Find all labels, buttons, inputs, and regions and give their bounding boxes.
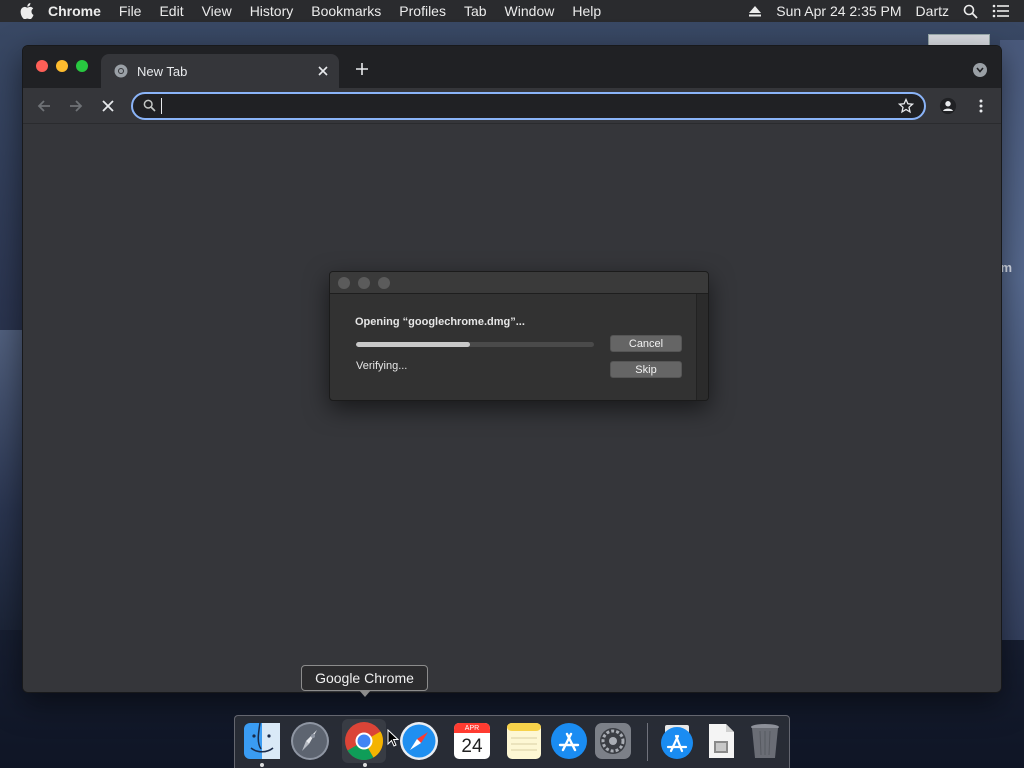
menu-edit[interactable]: Edit (159, 3, 183, 19)
window-zoom-button[interactable] (76, 60, 88, 72)
chrome-window: New Tab Opening “googlechrome.dmg”... Ve… (22, 45, 1002, 693)
tab-new-tab[interactable]: New Tab (101, 54, 339, 88)
omnibox-search-icon (143, 99, 157, 113)
opening-file-dialog: Opening “googlechrome.dmg”... Verifying.… (329, 271, 709, 401)
cancel-button[interactable]: Cancel (610, 335, 682, 352)
desktop-icon-label[interactable]: m (1000, 260, 1012, 275)
calendar-day: 24 (461, 736, 483, 757)
dialog-close-button[interactable] (338, 277, 350, 289)
eject-icon[interactable] (748, 5, 762, 17)
tab-close-icon[interactable] (315, 63, 331, 79)
dialog-minimize-button[interactable] (358, 277, 370, 289)
browser-toolbar (23, 88, 1001, 124)
menu-history[interactable]: History (250, 3, 294, 19)
mouse-cursor-icon (387, 728, 400, 752)
app-store-icon[interactable] (547, 719, 591, 763)
downloads-stack-icon[interactable] (655, 719, 699, 763)
dialog-zoom-button[interactable] (378, 277, 390, 289)
menu-bar: Chrome File Edit View History Bookmarks … (0, 0, 1024, 22)
window-close-button[interactable] (36, 60, 48, 72)
forward-arrow-icon[interactable] (67, 97, 85, 115)
menu-help[interactable]: Help (572, 3, 601, 19)
verify-progress-bar (356, 342, 594, 347)
finder-running-dot (260, 763, 264, 767)
dialog-status: Verifying... (356, 360, 408, 372)
dialog-titlebar (330, 272, 708, 294)
trash-icon[interactable] (743, 719, 787, 763)
address-bar[interactable] (131, 92, 926, 120)
finder-icon[interactable] (240, 719, 284, 763)
tab-search-chevron-icon[interactable] (973, 63, 987, 77)
menu-bookmarks[interactable]: Bookmarks (311, 3, 381, 19)
chrome-favicon-icon (114, 64, 128, 78)
profile-avatar-icon[interactable] (939, 97, 957, 115)
menu-tab[interactable]: Tab (464, 3, 487, 19)
dock-separator (647, 723, 648, 761)
back-arrow-icon[interactable] (35, 97, 53, 115)
dock-tooltip-tail (359, 690, 371, 697)
text-caret (161, 98, 162, 114)
spotlight-icon[interactable] (963, 4, 978, 19)
calendar-month: APR (464, 725, 480, 732)
apple-menu-icon[interactable] (18, 3, 36, 19)
stop-loading-x-icon[interactable] (99, 97, 117, 115)
menu-app-name[interactable]: Chrome (48, 3, 101, 19)
desktop-wallpaper-right (1000, 40, 1024, 640)
notification-center-icon[interactable] (992, 4, 1010, 18)
menu-profiles[interactable]: Profiles (399, 3, 446, 19)
dialog-side-panel (696, 294, 708, 400)
dialog-message: Opening “googlechrome.dmg”... (355, 316, 525, 328)
calendar-icon[interactable]: APR 24 (450, 719, 494, 763)
progress-fill (356, 342, 471, 347)
launchpad-icon[interactable] (288, 719, 332, 763)
new-tab-plus-icon[interactable] (353, 60, 371, 78)
bookmark-star-icon[interactable] (897, 97, 915, 114)
safari-icon[interactable] (397, 719, 441, 763)
page-content: Opening “googlechrome.dmg”... Verifying.… (23, 125, 1001, 692)
menubar-user[interactable]: Dartz (916, 3, 949, 19)
window-minimize-button[interactable] (56, 60, 68, 72)
system-preferences-icon[interactable] (591, 719, 635, 763)
dock: APR 24 (234, 715, 790, 768)
notes-icon[interactable] (502, 719, 546, 763)
menu-file[interactable]: File (119, 3, 142, 19)
omnibox-input[interactable] (170, 98, 898, 114)
document-stack-icon[interactable] (699, 719, 743, 763)
chrome-running-dot (363, 763, 367, 767)
more-menu-icon[interactable] (972, 97, 990, 115)
dock-tooltip: Google Chrome (301, 665, 428, 691)
menu-view[interactable]: View (202, 3, 232, 19)
chrome-icon[interactable] (342, 719, 386, 763)
menubar-clock[interactable]: Sun Apr 24 2:35 PM (776, 3, 901, 19)
menu-window[interactable]: Window (505, 3, 555, 19)
tab-strip: New Tab (23, 46, 1001, 88)
desktop-wallpaper-left (0, 330, 24, 630)
tab-title: New Tab (137, 63, 188, 79)
skip-button[interactable]: Skip (610, 361, 682, 378)
